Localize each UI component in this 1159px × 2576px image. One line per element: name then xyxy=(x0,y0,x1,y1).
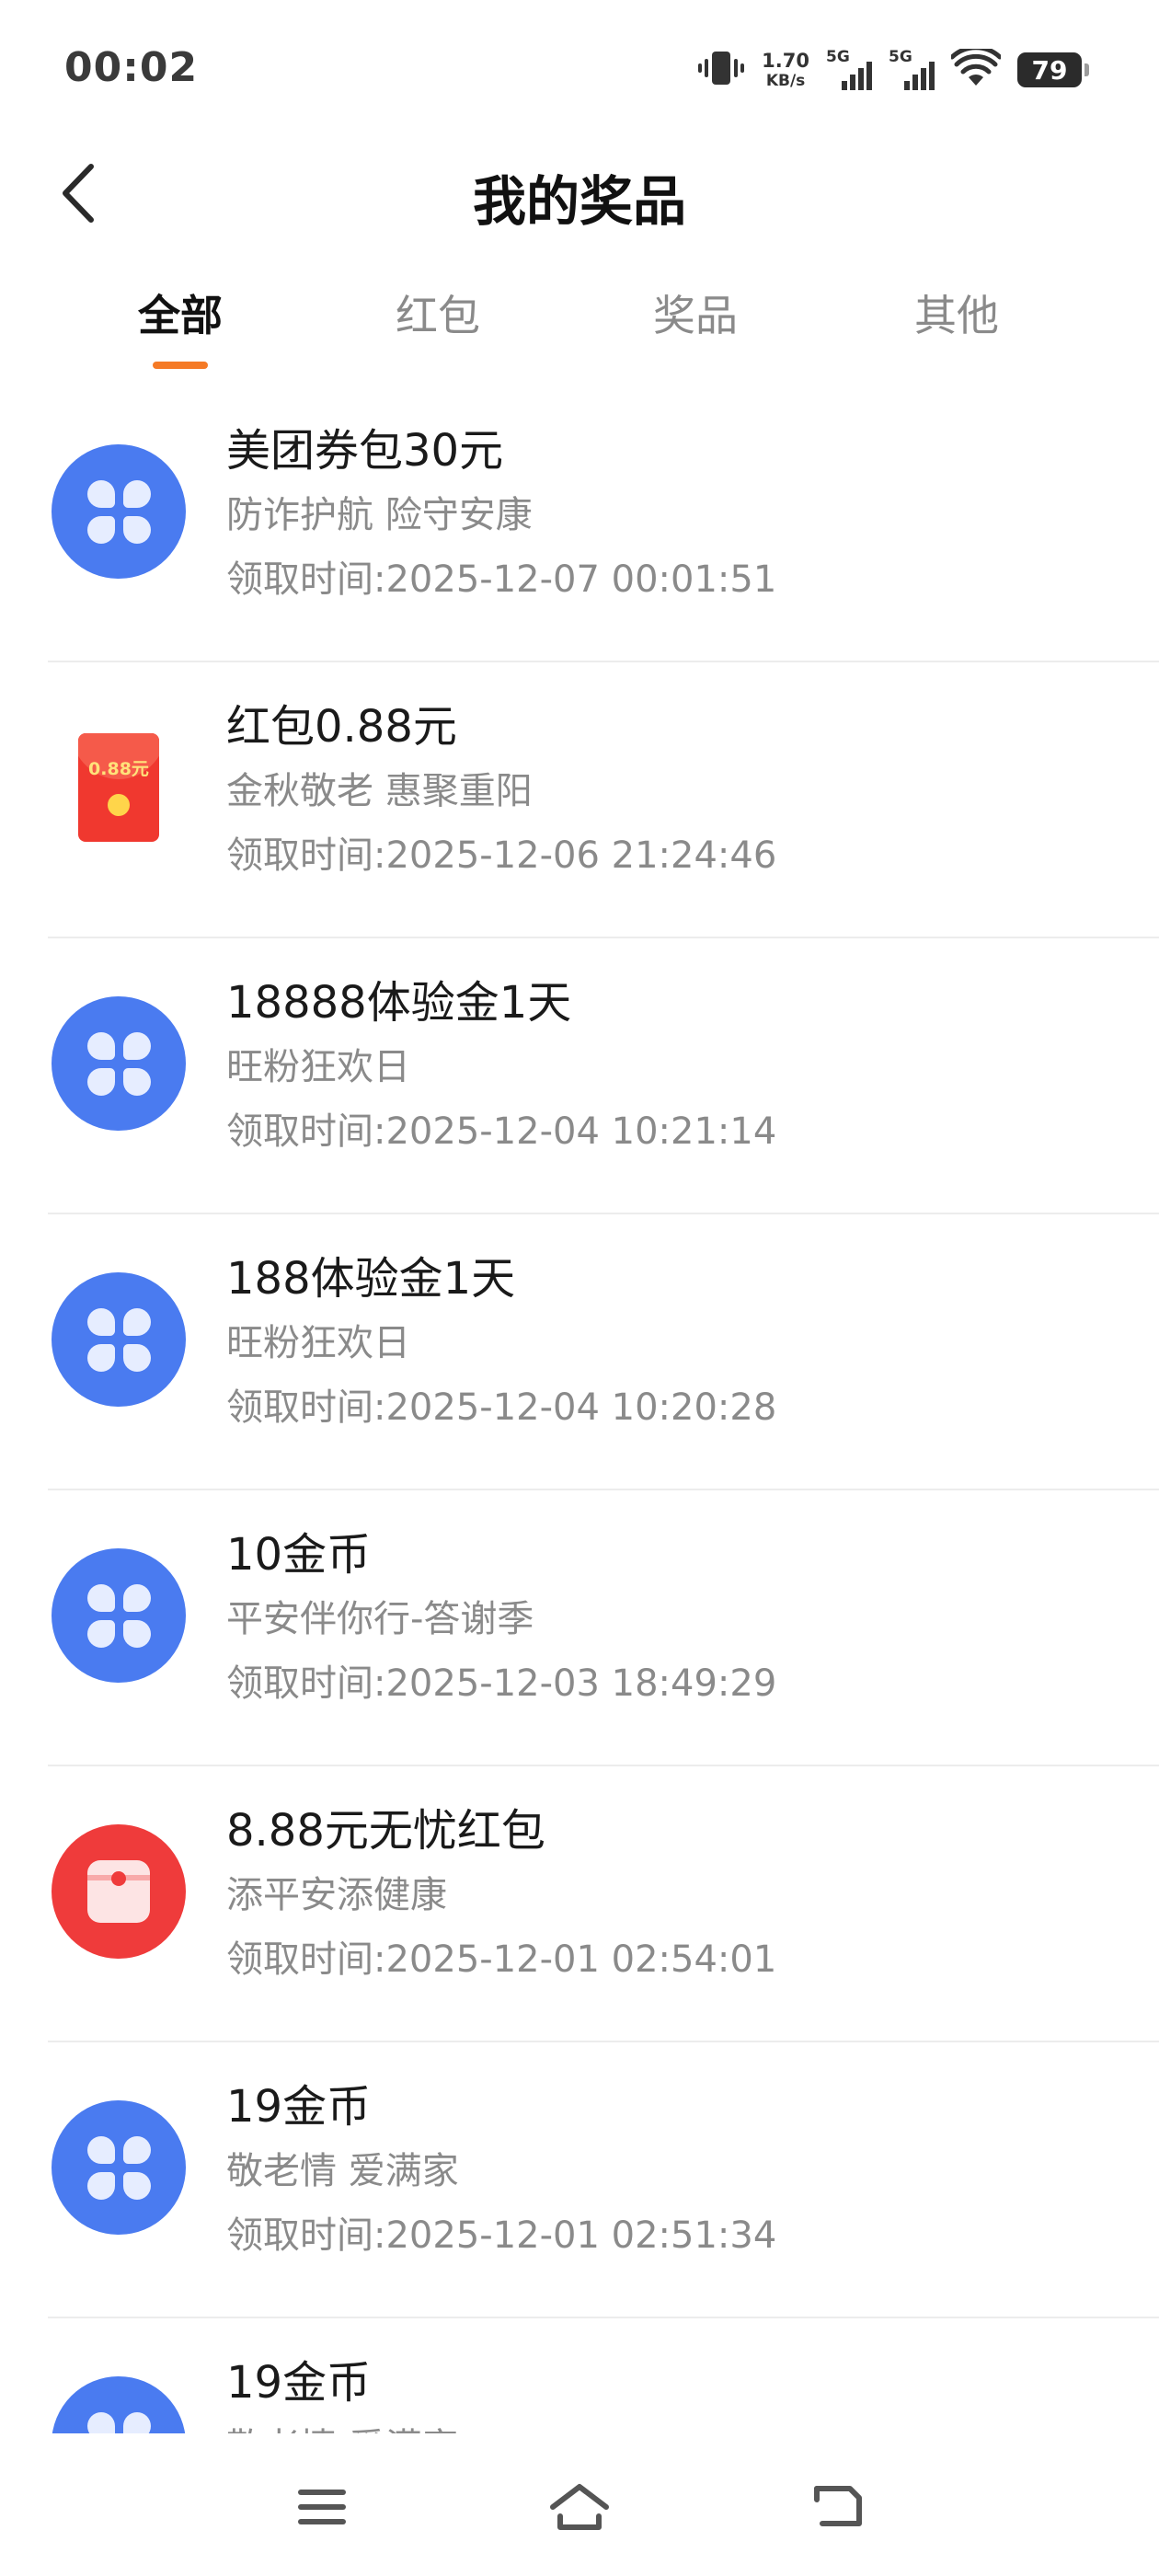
list-item[interactable]: 10金币 平安伴你行-答谢季 领取时间:2025-12-03 18:49:29 xyxy=(0,1490,1159,1766)
prize-subtitle: 敬老情 爱满家 xyxy=(226,2150,459,2192)
prize-subtitle: 防诈护航 险守安康 xyxy=(226,494,533,536)
status-bar: 00:02 1.70 KB/s 5G 5G 79 xyxy=(0,0,1159,138)
clover-icon xyxy=(52,444,186,579)
list-item[interactable]: 188体验金1天 旺粉狂欢日 领取时间:2025-12-04 10:20:28 xyxy=(0,1214,1159,1490)
list-item[interactable]: 美团券包30元 防诈护航 险守安康 领取时间:2025-12-07 00:01:… xyxy=(0,386,1159,662)
list-item[interactable]: 0.88元 红包0.88元 金秋敬老 惠聚重阳 领取时间:2025-12-06 … xyxy=(0,662,1159,938)
wifi-icon xyxy=(949,45,1003,91)
menu-button[interactable] xyxy=(281,2466,363,2548)
return-icon xyxy=(814,2486,862,2526)
prize-subtitle: 添平安添健康 xyxy=(226,1874,447,1916)
clover-icon xyxy=(52,1272,186,1407)
prize-time: 领取时间:2025-12-06 21:24:46 xyxy=(226,834,777,877)
prize-time: 领取时间:2025-12-04 10:20:28 xyxy=(226,1386,777,1429)
system-nav-bar xyxy=(0,2433,1159,2576)
prize-title: 8.88元无忧红包 xyxy=(226,1805,545,1857)
menu-icon xyxy=(298,2490,346,2524)
tab-active-indicator xyxy=(153,362,208,369)
clover-icon xyxy=(52,996,186,1131)
clover-icon xyxy=(52,2376,186,2433)
network-speed: 1.70 KB/s xyxy=(762,49,809,90)
prize-subtitle: 金秋敬老 惠聚重阳 xyxy=(226,770,533,812)
header: 我的奖品 xyxy=(0,138,1159,248)
status-icons: 1.70 KB/s 5G 5G 79 xyxy=(697,42,1089,98)
clover-icon xyxy=(52,1548,186,1683)
list-item[interactable]: 18888体验金1天 旺粉狂欢日 领取时间:2025-12-04 10:21:1… xyxy=(0,938,1159,1214)
list-item[interactable]: 19金币 敬老情 爱满家 领取时间:2025-12-01 02:51:34 xyxy=(0,2042,1159,2318)
vibrate-icon xyxy=(697,48,745,92)
home-button[interactable] xyxy=(538,2466,621,2548)
tab-all[interactable]: 全部 xyxy=(88,282,272,343)
prize-title: 红包0.88元 xyxy=(226,701,457,753)
back-nav-button[interactable] xyxy=(796,2466,878,2548)
prize-subtitle: 旺粉狂欢日 xyxy=(226,1322,410,1364)
prize-title: 美团券包30元 xyxy=(226,425,504,477)
signal-sim2-icon: 5G xyxy=(889,48,935,92)
battery-indicator: 79 xyxy=(1017,52,1089,87)
signal-sim1-icon: 5G xyxy=(826,48,872,92)
status-time: 00:02 xyxy=(64,44,199,91)
network-speed-unit: KB/s xyxy=(765,71,806,90)
prize-title: 19金币 xyxy=(226,2081,372,2133)
prize-title: 18888体验金1天 xyxy=(226,977,572,1029)
page-title: 我的奖品 xyxy=(472,170,686,233)
prize-time: 领取时间:2025-12-04 10:21:14 xyxy=(226,1110,777,1153)
gift-icon xyxy=(52,1824,186,1959)
home-icon xyxy=(550,2484,609,2530)
envelope-amount: 0.88元 xyxy=(88,759,149,779)
prize-title: 10金币 xyxy=(226,1529,372,1581)
prize-title: 188体验金1天 xyxy=(226,1253,516,1305)
red-envelope-icon: 0.88元 xyxy=(52,720,186,855)
clover-icon xyxy=(52,2100,186,2235)
prize-subtitle: 敬老情 爱满家 xyxy=(226,2417,459,2433)
prize-list[interactable]: 美团券包30元 防诈护航 险守安康 领取时间:2025-12-07 00:01:… xyxy=(0,386,1159,2433)
list-item[interactable]: 8.88元无忧红包 添平安添健康 领取时间:2025-12-01 02:54:0… xyxy=(0,1766,1159,2042)
list-item[interactable]: 19金币 敬老情 爱满家 xyxy=(0,2318,1159,2433)
prize-time: 领取时间:2025-12-01 02:51:34 xyxy=(226,2214,777,2257)
tab-bar: 全部 红包 奖品 其他 xyxy=(0,271,1159,382)
tab-red-packet[interactable]: 红包 xyxy=(346,282,530,343)
prize-subtitle: 旺粉狂欢日 xyxy=(226,1046,410,1088)
prize-time: 领取时间:2025-12-01 02:54:01 xyxy=(226,1938,777,1981)
prize-subtitle: 平安伴你行-答谢季 xyxy=(226,1598,534,1640)
prize-title: 19金币 xyxy=(226,2357,372,2409)
tab-other[interactable]: 其他 xyxy=(865,282,1049,343)
prize-time: 领取时间:2025-12-07 00:01:51 xyxy=(226,558,777,601)
prize-time: 领取时间:2025-12-03 18:49:29 xyxy=(226,1662,777,1705)
network-speed-value: 1.70 xyxy=(762,49,809,72)
tab-prize[interactable]: 奖品 xyxy=(603,282,787,343)
